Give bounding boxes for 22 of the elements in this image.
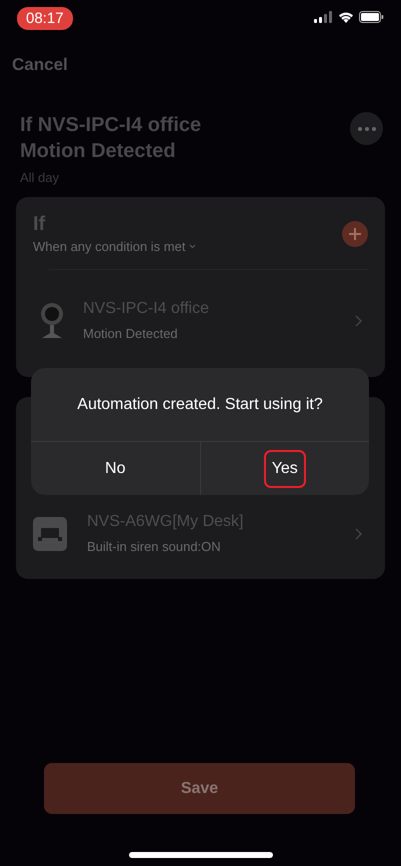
camera-icon [39, 302, 65, 340]
dialog-button[interactable]: Yes [264, 450, 306, 488]
dialog-message: Automation created. Start using it? [76, 395, 324, 415]
add-button[interactable] [342, 220, 368, 246]
device-detail: Built-in siren sound:ON [87, 539, 222, 554]
condition-dropdown[interactable]: When any condition is met [33, 239, 196, 254]
status-time: 08:17 [17, 6, 73, 30]
caret-icon [189, 244, 196, 249]
device-detail: Motion Detected [83, 326, 179, 341]
plus-icon [349, 228, 361, 240]
chevron-icon [355, 314, 362, 326]
wifi-icon [338, 11, 354, 23]
chevron-icon [355, 528, 362, 540]
automation-title: If NVS-IPC-I4 office Motion Detected [20, 113, 202, 164]
dialog-button[interactable]: No [97, 450, 134, 488]
battery-icon [359, 11, 384, 23]
more-icon [358, 126, 376, 130]
more-button[interactable] [350, 112, 383, 145]
device-icon [33, 516, 67, 550]
signal-icon [314, 11, 333, 23]
save-button[interactable]: Save [44, 763, 355, 814]
cancel-link[interactable]: Cancel [12, 55, 68, 75]
